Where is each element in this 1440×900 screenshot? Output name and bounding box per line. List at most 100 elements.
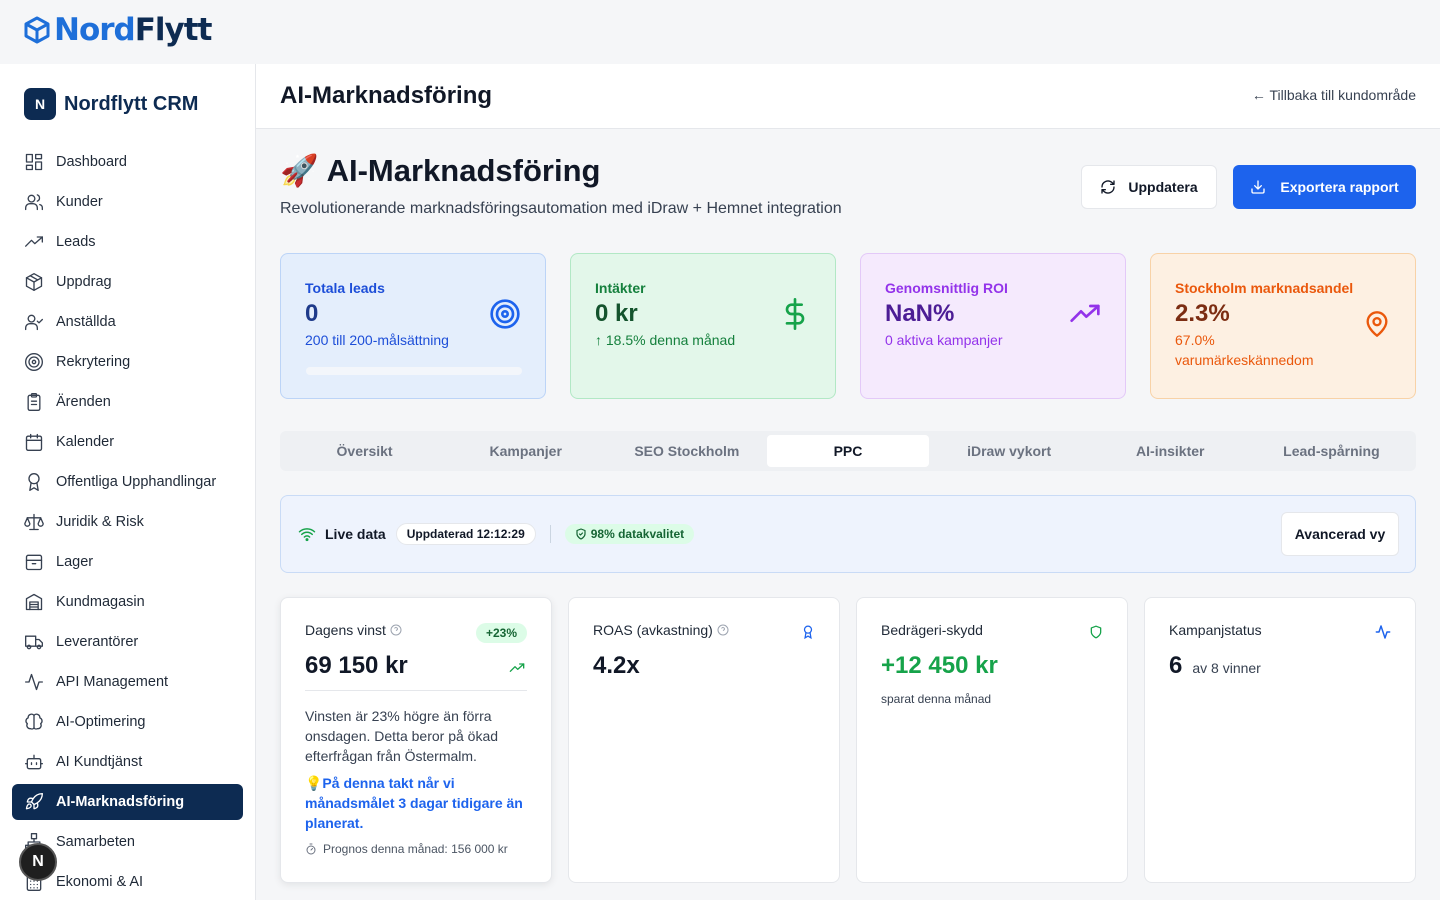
- users-icon: [25, 194, 44, 211]
- nordflytt-logo[interactable]: Nord Flytt: [24, 12, 212, 48]
- tab-idraw-vykort[interactable]: iDraw vykort: [929, 435, 1090, 467]
- sidebar-nav: Dashboard Kunder Leads Uppdrag Anställda…: [12, 144, 243, 900]
- advanced-view-button[interactable]: Avancerad vy: [1281, 512, 1399, 556]
- kpi-average-roi: Genomsnittlig ROI NaN% 0 aktiva kampanje…: [860, 253, 1126, 399]
- profit-change-badge: +23%: [475, 623, 527, 643]
- sidebar-item-label: AI-Marknadsföring: [56, 794, 185, 810]
- download-icon: [1251, 180, 1266, 194]
- sidebar-item-label: AI Kundtjänst: [56, 754, 143, 770]
- dollar-icon: [785, 298, 805, 330]
- trending-up-icon: [509, 663, 525, 672]
- sidebar-item-kunder[interactable]: Kunder: [12, 184, 243, 220]
- sidebar-item-anstallda[interactable]: Anställda: [12, 304, 243, 340]
- help-circle-icon[interactable]: [717, 624, 729, 636]
- page-header: AI-Marknadsföring ← Tillbaka till kundom…: [256, 64, 1440, 129]
- refresh-button[interactable]: Uppdatera: [1081, 165, 1217, 209]
- activity-icon: [25, 673, 43, 691]
- brand-name: Nordflytt CRM: [64, 92, 199, 115]
- shield-icon: [1090, 625, 1102, 639]
- card-title-text: Dagens vinst: [305, 622, 386, 638]
- sidebar-item-ai-marknadsforing[interactable]: AI-Marknadsföring: [12, 784, 243, 820]
- sidebar-item-rekrytering[interactable]: Rekrytering: [12, 344, 243, 380]
- card-title: Kampanjstatus: [1169, 622, 1262, 638]
- winning-campaigns-count: 6: [1169, 652, 1183, 679]
- roas-value: 4.2x: [593, 652, 640, 679]
- sidebar-item-leads[interactable]: Leads: [12, 224, 243, 260]
- help-circle-icon[interactable]: [390, 624, 402, 636]
- campaign-status-card: Kampanjstatus 6 av 8 vinner: [1144, 597, 1416, 883]
- sidebar-item-label: Juridik & Risk: [56, 514, 144, 530]
- tab-seo-stockholm[interactable]: SEO Stockholm: [606, 435, 767, 467]
- kpi-revenue: Intäkter 0 kr ↑ 18.5% denna månad: [570, 253, 836, 399]
- sidebar-item-label: Ärenden: [56, 394, 111, 410]
- live-data-panel: Live data Uppdaterad 12:12:29 98% datakv…: [280, 495, 1416, 573]
- tab-kampanjer[interactable]: Kampanjer: [445, 435, 606, 467]
- sidebar-item-uppdrag[interactable]: Uppdrag: [12, 264, 243, 300]
- sidebar-item-label: Offentliga Upphandlingar: [56, 474, 217, 490]
- tab-ppc[interactable]: PPC: [767, 435, 929, 467]
- page-subtitle: Revolutionerande marknadsföringsautomati…: [280, 200, 842, 217]
- export-report-button[interactable]: Exportera rapport: [1233, 165, 1416, 209]
- kpi-sub: 67.0% varumärkeskännedom: [1175, 332, 1314, 368]
- sidebar-item-ai-kundtjanst[interactable]: AI Kundtjänst: [12, 744, 243, 780]
- campaign-stat: 6 av 8 vinner: [1169, 652, 1391, 680]
- kpi-stockholm-market-share: Stockholm marknadsandel 2.3% 67.0% varum…: [1150, 253, 1416, 399]
- shield-check-icon: [576, 528, 586, 540]
- kpi-label: Totala leads: [305, 280, 385, 296]
- back-to-customer-area-link[interactable]: ← Tillbaka till kundområde: [1252, 87, 1416, 103]
- kpi-label: Genomsnittlig ROI: [885, 280, 1008, 296]
- target-icon: [490, 299, 520, 329]
- sidebar-item-api[interactable]: API Management: [12, 664, 243, 700]
- floating-avatar-button[interactable]: N: [19, 843, 57, 881]
- fraud-protection-card: Bedrägeri-skydd +12 450 kr sparat denna …: [856, 597, 1128, 883]
- todays-profit-card: Dagens vinst +23% 69 150 kr Vinsten är 2…: [280, 597, 552, 883]
- sidebar-item-dashboard[interactable]: Dashboard: [12, 144, 243, 180]
- kpi-sub: 0 aktiva kampanjer: [885, 332, 1003, 348]
- sidebar-item-label: AI-Optimering: [56, 714, 146, 730]
- target-icon: [25, 353, 43, 371]
- sidebar-item-juridik[interactable]: Juridik & Risk: [12, 504, 243, 540]
- sidebar-item-leverantorer[interactable]: Leverantörer: [12, 624, 243, 660]
- header-title: AI-Marknadsföring: [280, 82, 493, 109]
- sidebar-item-label: Uppdrag: [56, 274, 112, 290]
- rocket-emoji-icon: 🚀: [280, 153, 319, 188]
- tab-lead-sparning[interactable]: Lead-spårning: [1251, 435, 1412, 467]
- warehouse-icon: [25, 593, 43, 611]
- data-quality-badge: 98% datakvalitet: [564, 524, 695, 544]
- sidebar-item-ai-optimering[interactable]: AI-Optimering: [12, 704, 243, 740]
- archive-icon: [25, 554, 43, 571]
- sidebar-item-kundmagasin[interactable]: Kundmagasin: [12, 584, 243, 620]
- activity-icon: [1375, 625, 1391, 639]
- kpi-sub: ↑ 18.5% denna månad: [595, 332, 736, 348]
- truck-icon: [25, 635, 43, 650]
- sidebar: N Nordflytt CRM Dashboard Kunder Leads U…: [0, 64, 256, 900]
- sidebar-brand[interactable]: N Nordflytt CRM: [24, 88, 198, 120]
- card-title: ROAS (avkastning): [593, 622, 815, 638]
- tab-oversikt[interactable]: Översikt: [284, 435, 445, 467]
- roas-card: ROAS (avkastning) 4.2x: [568, 597, 840, 883]
- page-title: 🚀 AI-Marknadsföring: [280, 152, 600, 189]
- sidebar-item-kalender[interactable]: Kalender: [12, 424, 243, 460]
- sidebar-item-lager[interactable]: Lager: [12, 544, 243, 580]
- winning-campaigns-text: av 8 vinner: [1192, 660, 1261, 676]
- sidebar-item-label: Ekonomi & AI: [56, 874, 144, 890]
- sidebar-item-label: Leverantörer: [56, 634, 139, 650]
- card-title-text: ROAS (avkastning): [593, 622, 713, 638]
- sidebar-item-arenden[interactable]: Ärenden: [12, 384, 243, 420]
- sidebar-item-label: Leads: [56, 234, 96, 250]
- sidebar-item-label: Samarbeten: [56, 834, 135, 850]
- package-icon: [25, 273, 43, 291]
- sidebar-item-upphandlingar[interactable]: Offentliga Upphandlingar: [12, 464, 243, 500]
- rocket-icon: [25, 792, 43, 810]
- sidebar-item-label: Anställda: [56, 314, 116, 330]
- sidebar-item-label: Lager: [56, 554, 94, 570]
- logo-text-nord: Nord: [54, 12, 136, 48]
- calendar-icon: [25, 433, 43, 451]
- divider: [549, 525, 551, 543]
- live-data-row: Live data Uppdaterad 12:12:29 98% datakv…: [297, 523, 695, 545]
- card-title: Bedrägeri-skydd: [881, 622, 983, 638]
- box-logo-icon: [24, 16, 50, 44]
- updated-timestamp-badge: Uppdaterad 12:12:29: [395, 523, 536, 545]
- tab-ai-insikter[interactable]: AI-insikter: [1090, 435, 1251, 467]
- marketing-tabs: Översikt Kampanjer SEO Stockholm PPC iDr…: [280, 431, 1416, 471]
